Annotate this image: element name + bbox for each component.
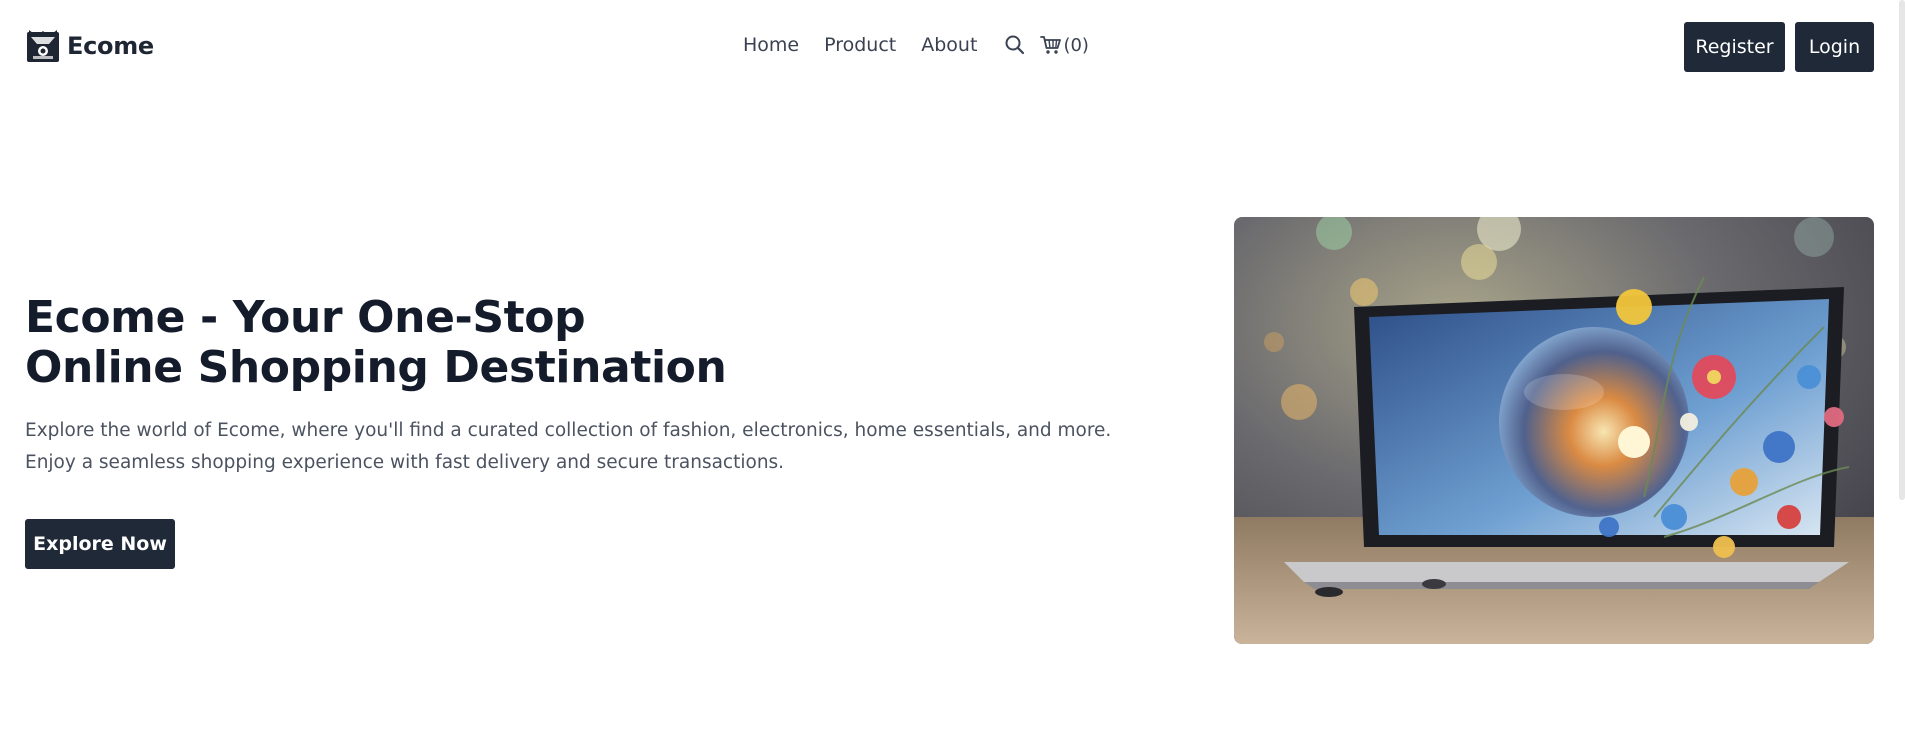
ecome-logo-icon — [27, 30, 59, 62]
explore-now-button[interactable]: Explore Now — [25, 519, 175, 569]
cart-icon — [1040, 36, 1062, 54]
nav-link-product[interactable]: Product — [824, 34, 896, 56]
register-button[interactable]: Register — [1684, 22, 1785, 72]
nav-link-home[interactable]: Home — [743, 34, 799, 56]
cart-button[interactable]: (0) — [1040, 35, 1089, 56]
cart-count: (0) — [1063, 34, 1089, 56]
auth-buttons: Register Login — [1684, 22, 1874, 72]
main-nav: Home Product About (0) — [743, 34, 1089, 56]
hero-description: Explore the world of Ecome, where you'll… — [25, 420, 1112, 473]
hero-title: Ecome - Your One-Stop Online Shopping De… — [25, 293, 1125, 393]
page-scrollbar[interactable] — [1899, 0, 1905, 500]
hero-title-line-1: Ecome - Your One-Stop — [25, 292, 586, 343]
hero-title-line-2: Online Shopping Destination — [25, 342, 727, 393]
hero-content: Ecome - Your One-Stop Online Shopping De… — [25, 293, 1125, 569]
login-button[interactable]: Login — [1795, 22, 1874, 72]
hero-image — [1234, 217, 1874, 644]
site-header: Ecome Home Product About (0) Register Lo… — [0, 0, 1905, 96]
brand-link[interactable]: Ecome — [25, 28, 154, 64]
brand-name: Ecome — [67, 32, 154, 60]
page: Ecome Home Product About (0) Register Lo… — [0, 0, 1905, 740]
nav-link-about[interactable]: About — [921, 34, 977, 56]
search-icon[interactable] — [1004, 34, 1026, 56]
